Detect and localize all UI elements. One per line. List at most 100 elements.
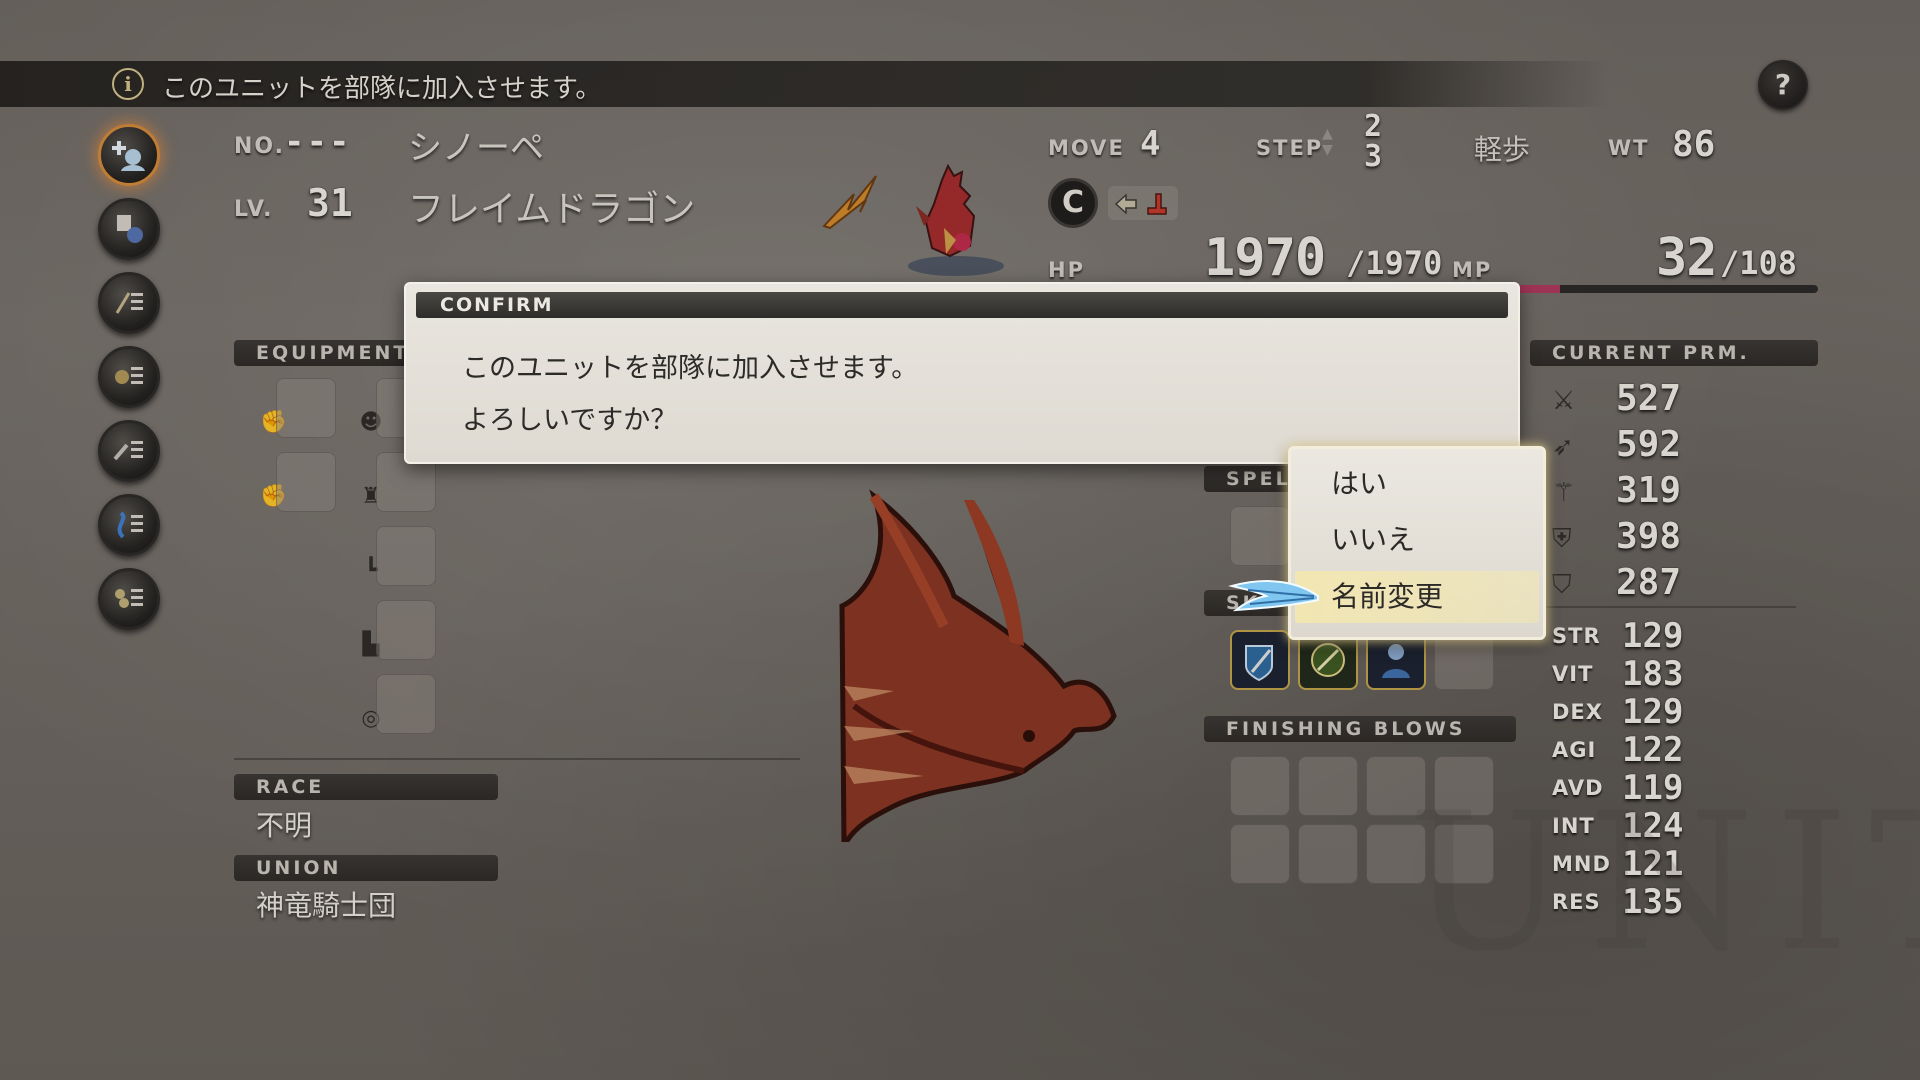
prm-row-magic-defense: ⛉ 287 [1552,562,1732,604]
unit-watermark: UNIT [1408,772,1920,993]
stat-row-vit: VIT 183 [1552,654,1732,694]
mp-label: MP [1452,258,1493,282]
sidebar-item-list-icon[interactable] [98,346,160,408]
unit-no-value: --- [284,122,352,162]
prm-value: 287 [1616,562,1682,603]
confirm-dialog: CONFIRM このユニットを部隊に加入させます。 よろしいですか？ [404,282,1520,464]
magic-shield-icon: ⛉ [1552,570,1572,600]
stat-value: 122 [1622,730,1684,770]
unit-name: シノーペ [408,128,544,168]
step-up-value: 2 [1364,109,1383,144]
menu-option-yes[interactable]: はい [1295,459,1539,509]
hp-max: /1970 [1346,244,1443,282]
prm-value: 319 [1616,470,1682,511]
wt-value: 86 [1672,124,1716,165]
current-prm-header: CURRENT PRM. [1530,340,1818,366]
sidebar-profile-list-icon[interactable] [98,198,160,260]
equip-slot-accessory[interactable] [376,674,436,734]
finishing-header: FINISHING BLOWS [1204,716,1516,742]
hp-current: 1970 [1204,228,1326,288]
hp-label: HP [1048,258,1085,282]
step-arrows-icon: ▲ ▼ [1322,126,1333,158]
sword-icon: ⚔ [1552,386,1576,416]
equipment-header: EQUIPMENT [234,340,420,366]
spell-slot-1[interactable] [1230,506,1290,566]
menu-option-no[interactable]: いいえ [1295,515,1539,565]
finishing-slot[interactable] [1298,756,1358,816]
sidebar-equipment-list-icon[interactable] [98,272,160,334]
help-button[interactable]: ? [1758,60,1808,110]
finishing-slot[interactable] [1230,824,1290,884]
equip-slot-left-hand[interactable] [276,452,336,512]
unit-lv-label: LV. [234,197,274,222]
union-value: 神竜騎士団 [256,889,397,922]
prm-value: 398 [1616,516,1682,557]
stat-value: 129 [1622,616,1684,656]
wand-icon: ⚚ [1552,478,1576,508]
stat-key: STR [1552,624,1601,648]
divider [234,758,800,760]
stat-row-dex: DEX 129 [1552,692,1732,732]
step-label: STEP [1256,136,1324,160]
sidebar-skill-list-icon[interactable] [98,420,160,482]
stat-key: VIT [1552,662,1594,686]
prm-row-defense: ⛨ 398 [1552,516,1732,558]
step-down-value: 3 [1364,139,1383,174]
prm-row-magic: ⚚ 319 [1552,470,1732,512]
confirm-title-bar: CONFIRM [416,292,1508,318]
rank-letter: C [1061,185,1085,220]
confirm-message-line2: よろしいですか？ [462,405,678,436]
info-icon: i [112,68,144,100]
trait-text: 軽歩 [1474,133,1531,166]
stat-row-agi: AGI 122 [1552,730,1732,770]
confirm-title: CONFIRM [440,294,554,316]
prm-value: 527 [1616,378,1682,419]
stat-value: 129 [1622,692,1684,732]
menu-option-label: いいえ [1331,523,1416,556]
unit-portrait [834,486,1164,848]
equip-slot-feet[interactable] [376,600,436,660]
finishing-slot[interactable] [1230,756,1290,816]
move-label: MOVE [1048,136,1125,160]
union-header: UNION [234,855,498,881]
stat-value: 183 [1622,654,1684,694]
skill-slot-1[interactable] [1230,630,1290,690]
menu-option-label: 名前変更 [1331,580,1444,613]
help-icon: ? [1774,68,1792,101]
divider [1544,606,1796,608]
unit-class: フレイムドラゴン [408,189,696,230]
mp-max: /108 [1720,244,1798,282]
race-header: RACE [234,774,498,800]
wt-label: WT [1608,136,1650,160]
race-value: 不明 [256,809,313,842]
move-value: 4 [1140,124,1161,164]
choice-menu: はい いいえ 名前変更 [1288,446,1546,640]
info-bar: i このユニットを部隊に加入させます。 [0,61,1610,107]
bow-icon: ➶ [1552,432,1574,462]
confirm-message-line1: このユニットを部隊に加入させます。 [462,353,919,384]
wing-cursor-icon [1228,574,1320,620]
fire-element-icon [820,168,880,230]
unit-lv-value: 31 [307,181,353,225]
sidebar-finishing-list-icon[interactable] [98,568,160,630]
stat-row-str: STR 129 [1552,616,1732,656]
stat-key: DEX [1552,700,1603,724]
prm-row-ranged: ➶ 592 [1552,424,1732,466]
sidebar-spell-list-icon[interactable] [98,494,160,556]
stat-key: AGI [1552,738,1597,762]
sidebar-unit-join-icon[interactable] [98,124,160,186]
menu-option-rename[interactable]: 名前変更 [1295,571,1539,623]
movement-type-icon [1108,186,1178,220]
unit-sprite [900,158,1010,278]
unit-status-screen: i このユニットを部隊に加入させます。 ? NO. --- シノーペ LV. 3… [0,0,1920,1080]
menu-option-label: はい [1331,467,1388,500]
unit-no-label: NO. [234,134,285,159]
finishing-slot[interactable] [1298,824,1358,884]
equip-slot-legs[interactable] [376,526,436,586]
shield-icon: ⛨ [1552,524,1572,554]
info-text: このユニットを部隊に加入させます。 [162,74,602,104]
mp-current: 32 [1656,228,1718,288]
rank-badge: C [1048,178,1098,228]
equip-slot-right-hand[interactable] [276,378,336,438]
prm-value: 592 [1616,424,1682,465]
